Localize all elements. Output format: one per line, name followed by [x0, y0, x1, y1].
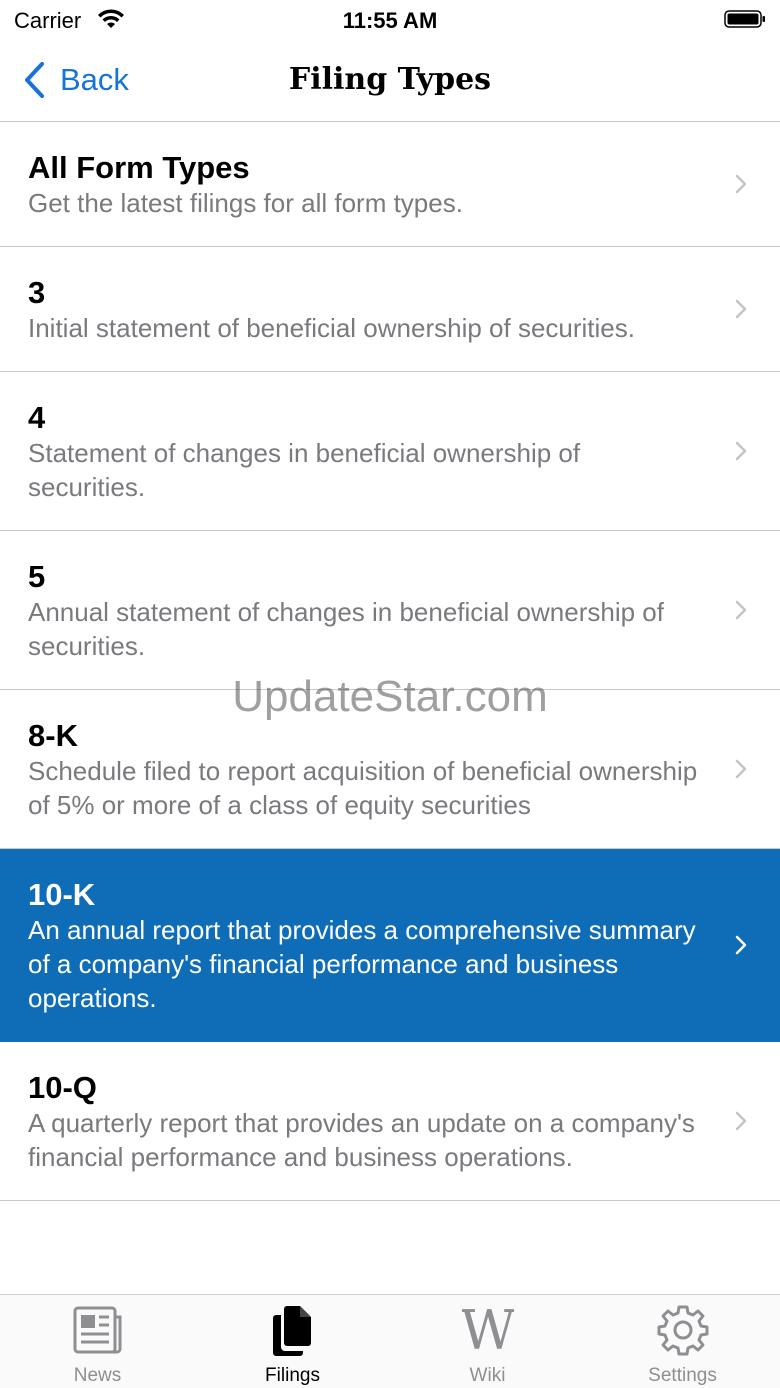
svg-text:W: W: [462, 1303, 514, 1357]
row-title: 8-K: [28, 718, 78, 753]
row-description: Annual statement of changes in beneficia…: [28, 597, 664, 661]
tab-label: Filings: [265, 1365, 320, 1386]
row-description: An annual report that provides a compreh…: [28, 915, 696, 1013]
tab-wiki[interactable]: W Wiki: [390, 1295, 585, 1388]
list-item-all-form-types[interactable]: All Form Types Get the latest filings fo…: [0, 122, 780, 247]
row-description: Schedule filed to report acquisition of …: [28, 756, 698, 820]
chevron-right-icon: [735, 759, 747, 779]
list-item-form-4[interactable]: 4 Statement of changes in beneficial own…: [0, 372, 780, 531]
chevron-right-icon: [735, 174, 747, 194]
row-title: All Form Types: [28, 150, 250, 185]
list-item-form-5[interactable]: 5 Annual statement of changes in benefic…: [0, 531, 780, 690]
row-title: 10-K: [28, 877, 96, 912]
tab-label: Settings: [648, 1365, 717, 1386]
row-description: Get the latest filings for all form type…: [28, 188, 463, 218]
list-item-form-10q[interactable]: 10-Q A quarterly report that provides an…: [0, 1042, 780, 1201]
chevron-right-icon: [735, 1111, 747, 1131]
list-item-form-8k[interactable]: 8-K Schedule filed to report acquisition…: [0, 690, 780, 849]
row-description: A quarterly report that provides an upda…: [28, 1108, 695, 1172]
filing-types-list: All Form Types Get the latest filings fo…: [0, 122, 780, 1294]
documents-icon: [273, 1306, 311, 1356]
wikipedia-w-icon: W: [462, 1303, 514, 1357]
chevron-right-icon: [735, 935, 747, 955]
list-item-form-10k[interactable]: 10-K An annual report that provides a co…: [0, 849, 780, 1042]
clock: 11:55 AM: [342, 8, 438, 33]
newspaper-icon: [73, 1306, 122, 1354]
tab-label: News: [73, 1365, 122, 1386]
status-bar: Carrier 11:55 AM: [0, 0, 780, 40]
row-title: 4: [28, 400, 46, 435]
chevron-right-icon: [735, 441, 747, 461]
tab-settings[interactable]: Settings: [585, 1295, 780, 1388]
chevron-right-icon: [735, 299, 747, 319]
tab-bar: News Filings W Wiki Settings: [0, 1294, 780, 1388]
battery-icon: [724, 10, 765, 28]
row-title: 3: [28, 275, 46, 310]
tab-filings[interactable]: Filings: [195, 1295, 390, 1388]
tab-news[interactable]: News: [0, 1295, 195, 1388]
list-item-form-3[interactable]: 3 Initial statement of beneficial owners…: [0, 247, 780, 372]
page-title: Filing Types: [288, 62, 492, 97]
row-description: Initial statement of beneficial ownershi…: [28, 313, 635, 343]
row-title: 10-Q: [28, 1070, 97, 1105]
row-title: 5: [28, 559, 46, 594]
chevron-right-icon: [735, 600, 747, 620]
gear-icon: [657, 1305, 709, 1356]
row-description: Statement of changes in beneficial owner…: [28, 438, 581, 502]
navigation-bar: Back Filing Types: [0, 40, 780, 122]
tab-label: Wiki: [469, 1365, 506, 1386]
